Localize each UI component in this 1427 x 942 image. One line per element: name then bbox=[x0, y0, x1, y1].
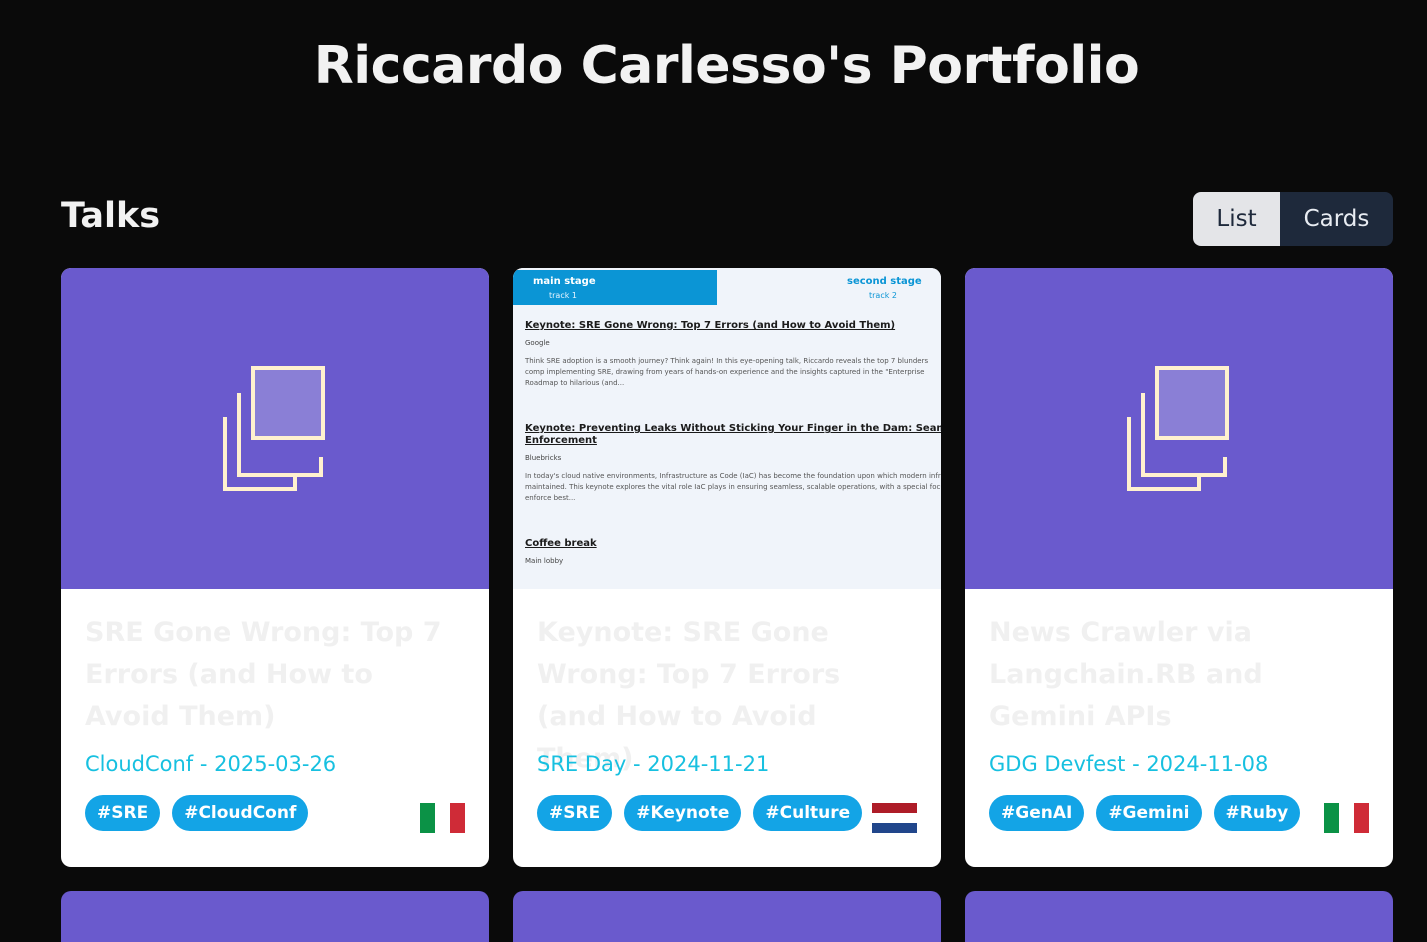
talk-card-partial[interactable] bbox=[61, 891, 489, 942]
card-title[interactable]: News Crawler via Langchain.RB and Gemini… bbox=[989, 612, 1369, 738]
netherlands-flag-icon bbox=[872, 803, 917, 833]
talk-card-partial[interactable] bbox=[513, 891, 941, 942]
schedule-entry: Keynote: SRE Gone Wrong: Top 7 Errors (a… bbox=[525, 320, 929, 387]
placeholder-image-icon bbox=[1127, 366, 1229, 491]
tag[interactable]: #CloudConf bbox=[172, 795, 309, 831]
talk-card-partial[interactable] bbox=[965, 891, 1393, 942]
tag-list: #SRE #Keynote #Culture bbox=[537, 795, 863, 831]
list-view-button[interactable]: List bbox=[1193, 192, 1280, 246]
talk-card[interactable]: SRE Gone Wrong: Top 7 Errors (and How to… bbox=[61, 268, 489, 867]
italy-flag-icon bbox=[420, 803, 465, 833]
placeholder-image-icon bbox=[223, 366, 325, 491]
section-title: Talks bbox=[61, 196, 161, 236]
card-title[interactable]: SRE Gone Wrong: Top 7 Errors (and How to… bbox=[85, 612, 465, 738]
cards-view-button[interactable]: Cards bbox=[1280, 192, 1393, 246]
tag[interactable]: #Gemini bbox=[1096, 795, 1202, 831]
tag[interactable]: #SRE bbox=[537, 795, 613, 831]
site-title: Riccardo Carlesso's Portfolio bbox=[313, 36, 1140, 96]
card-subtitle: CloudConf - 2025-03-26 bbox=[85, 752, 337, 776]
tag-list: #GenAI #Gemini #Ruby bbox=[989, 795, 1301, 831]
card-image bbox=[61, 268, 489, 589]
schedule-tab-main-stage: main stage track 1 bbox=[513, 270, 717, 305]
talk-card[interactable]: News Crawler via Langchain.RB and Gemini… bbox=[965, 268, 1393, 867]
tag[interactable]: #SRE bbox=[85, 795, 161, 831]
talk-card[interactable]: main stage track 1 second stage track 2 … bbox=[513, 268, 941, 867]
tag-list: #SRE #CloudConf bbox=[85, 795, 309, 831]
tag[interactable]: #Ruby bbox=[1213, 795, 1301, 831]
italy-flag-icon bbox=[1324, 803, 1369, 833]
tag[interactable]: #Keynote bbox=[624, 795, 742, 831]
card-subtitle: SRE Day - 2024-11-21 bbox=[537, 752, 770, 776]
schedule-preview-image: main stage track 1 second stage track 2 … bbox=[513, 268, 941, 589]
view-toggle: List Cards bbox=[1193, 192, 1393, 246]
schedule-entry: Coffee break Main lobby bbox=[525, 538, 597, 565]
tag[interactable]: #GenAI bbox=[989, 795, 1085, 831]
schedule-entry: Keynote: Preventing Leaks Without Sticki… bbox=[525, 423, 941, 502]
card-subtitle: GDG Devfest - 2024-11-08 bbox=[989, 752, 1269, 776]
tag[interactable]: #Culture bbox=[753, 795, 863, 831]
card-image bbox=[965, 268, 1393, 589]
